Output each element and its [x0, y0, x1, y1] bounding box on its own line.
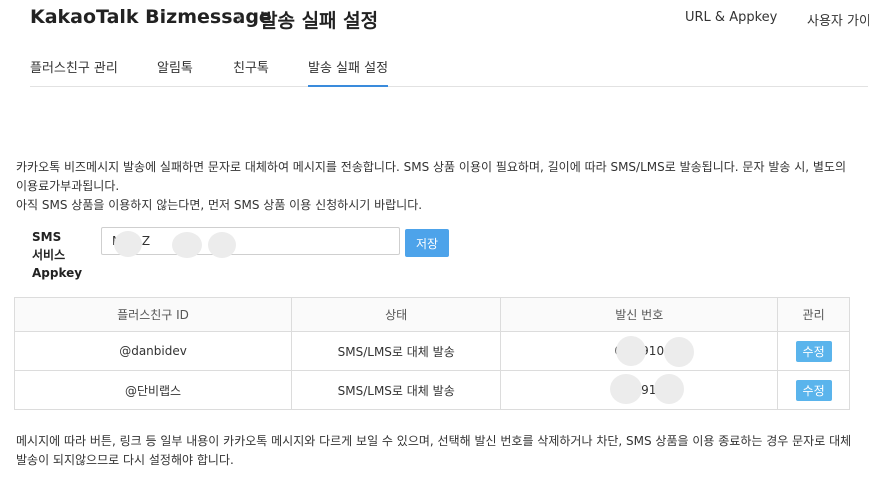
description-line-1: 카카오톡 비즈메시지 발송에 실패하면 문자로 대체하여 메시지를 전송합니다.…	[16, 160, 847, 193]
description: 카카오톡 비즈메시지 발송에 실패하면 문자로 대체하여 메시지를 전송합니다.…	[16, 158, 856, 215]
tab-send-failure-settings[interactable]: 발송 실패 설정	[308, 57, 389, 87]
url-appkey-link[interactable]: URL & Appkey	[685, 10, 777, 25]
edit-button[interactable]: 수정	[795, 340, 832, 362]
save-button[interactable]: 저장	[405, 229, 449, 257]
redaction-mark	[616, 336, 646, 366]
description-line-2: 아직 SMS 상품을 이용하지 않는다면, 먼저 SMS 상품 이용 신청하시기…	[16, 198, 423, 212]
redaction-mark	[664, 337, 694, 367]
tab-bar: 플러스친구 관리 알림톡 친구톡 발송 실패 설정	[30, 52, 868, 87]
tab-plus-friend-manage[interactable]: 플러스친구 관리	[30, 57, 118, 85]
redaction-mark	[654, 374, 684, 404]
tab-alimtalk[interactable]: 알림톡	[157, 57, 193, 85]
footnote: 메시지에 따라 버튼, 링크 등 일부 내용이 카카오톡 메시지와 다르게 보일…	[16, 434, 852, 467]
table-row: @단비랩스 SMS/LMS로 대체 발송 07 91 수정	[13, 370, 850, 410]
sms-appkey-label: SMS 서비스 Appkey	[32, 228, 82, 282]
plus-friend-table: 플러스친구 ID 상태 발신 번호 관리 @danbidev SMS/LMS로 …	[13, 297, 850, 410]
cell-plus-friend-id: @단비랩스	[13, 370, 293, 410]
column-header-manage: 관리	[777, 297, 850, 332]
edit-button[interactable]: 수정	[795, 379, 832, 401]
sms-appkey-label-line-1: SMS	[32, 230, 62, 244]
cell-manage: 수정	[777, 331, 850, 371]
cell-plus-friend-id: @danbidev	[13, 331, 293, 371]
column-header-status: 상태	[291, 297, 502, 332]
redaction-mark	[610, 374, 642, 404]
cell-status: SMS/LMS로 대체 발송	[291, 331, 502, 371]
sms-appkey-label-line-2: 서비스	[32, 248, 66, 262]
cell-status: SMS/LMS로 대체 발송	[291, 370, 502, 410]
user-guide-link[interactable]: 사용자 가이	[807, 10, 869, 29]
top-header: KakaoTalk Bizmessage › 발송 실패 설정 URL & Ap…	[0, 0, 869, 40]
page-title: 발송 실패 설정	[260, 10, 379, 32]
redaction-mark	[172, 232, 202, 258]
redaction-mark	[114, 231, 142, 257]
column-header-sender-number: 발신 번호	[500, 297, 779, 332]
tab-friendtalk[interactable]: 친구톡	[233, 57, 269, 85]
chevron-right-icon: ›	[236, 8, 243, 28]
table-row: @danbidev SMS/LMS로 대체 발송 070 910 수정	[13, 331, 850, 371]
cell-manage: 수정	[777, 370, 850, 410]
sms-appkey-input[interactable]	[101, 227, 400, 255]
sms-appkey-label-line-3: Appkey	[32, 266, 83, 280]
redaction-mark	[208, 232, 236, 258]
table-header-row: 플러스친구 ID 상태 발신 번호 관리	[13, 297, 850, 332]
column-header-id: 플러스친구 ID	[13, 297, 293, 332]
